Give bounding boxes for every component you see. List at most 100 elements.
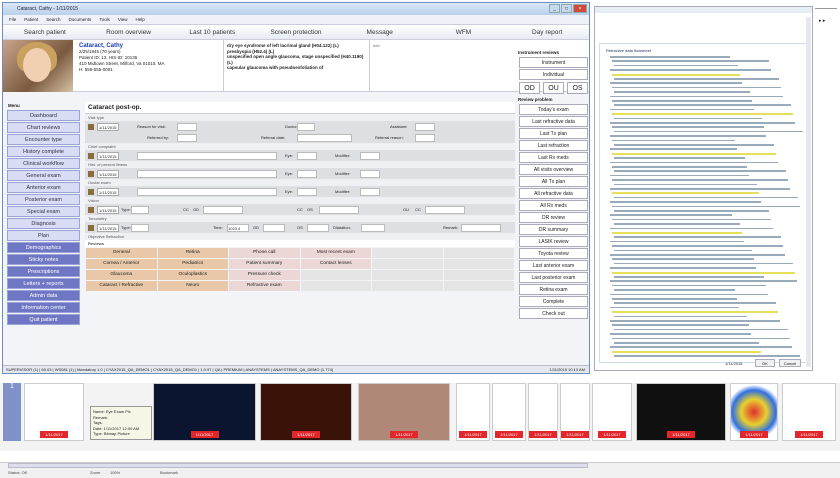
menu-patient[interactable]: Patient (24, 17, 38, 22)
review-toyota[interactable]: Toyota review (519, 248, 588, 259)
chevron-icon[interactable]: ▸ ▸ (819, 18, 837, 24)
instrument-button[interactable]: Instrument (519, 57, 588, 68)
nav-message[interactable]: Message (338, 29, 422, 36)
menu-information-center[interactable]: Information center (7, 302, 80, 313)
thumbnail-chart[interactable]: 1/11/2017 (528, 383, 558, 441)
review-pressure-check[interactable]: Pressure check (229, 270, 300, 280)
menu-plan[interactable]: Plan (7, 230, 80, 241)
thumbnail-fundus[interactable]: 1/11/2017 (260, 383, 352, 441)
ok-button[interactable]: OK (755, 359, 775, 367)
date-field[interactable]: 1/11/2015 (97, 122, 119, 131)
menu-documents[interactable]: Documents (69, 17, 92, 22)
review-all-visits[interactable]: All visits overview (519, 164, 588, 175)
edit-icon[interactable] (88, 170, 94, 177)
review-retina-exam[interactable]: Retina exam (519, 284, 588, 295)
vision-od-input[interactable] (203, 205, 243, 214)
review-glaucoma[interactable]: Glaucoma (86, 270, 157, 280)
review-dr-review[interactable]: DR review (519, 212, 588, 223)
review-refractive-exam[interactable]: Refractive exam (229, 281, 300, 291)
menu-anterior-exam[interactable]: Anterior exam (7, 182, 80, 193)
strip-scrollbar[interactable] (8, 463, 588, 468)
review-complete[interactable]: Complete (519, 296, 588, 307)
referral-date-input[interactable] (297, 133, 352, 142)
assistant-input[interactable] (415, 122, 435, 131)
ou-button[interactable]: OU (543, 82, 564, 94)
review-last-refraction[interactable]: Last refraction (519, 140, 588, 151)
referral-reason-input[interactable] (415, 133, 435, 142)
ocular-exam-input[interactable] (137, 187, 277, 196)
review-oculoplastics[interactable]: Oculoplastics (157, 270, 228, 280)
thumbnail-mri[interactable]: 1/11/2017 (153, 383, 256, 441)
menu-dashboard[interactable]: Dashboard (7, 110, 80, 121)
maximize-button[interactable]: □ (561, 4, 572, 13)
thumbnail-doc[interactable]: 1/11/2017 (782, 383, 836, 441)
review-dr-summary[interactable]: DR summary (519, 224, 588, 235)
complaint-input[interactable] (137, 151, 277, 160)
referred-by-input[interactable] (177, 133, 197, 142)
menu-history-complete[interactable]: History complete (7, 146, 80, 157)
menu-clinical-workflow[interactable]: Clinical workflow (7, 158, 80, 169)
review-all-rx-meds[interactable]: All Rx meds (519, 200, 588, 211)
date-field[interactable]: 1/11/2015 (97, 169, 119, 178)
bookmark-label[interactable]: Bookmark (160, 470, 178, 475)
nav-room-overview[interactable]: Room overview (87, 29, 171, 36)
vision-ou-input[interactable] (425, 205, 465, 214)
date-field[interactable]: 1/11/2015 (97, 223, 119, 232)
modifier-input[interactable] (360, 187, 380, 196)
date-field[interactable]: 1/11/2015 (97, 187, 119, 196)
menu-special-exam[interactable]: Special exam (7, 206, 80, 217)
minimize-button[interactable]: _ (549, 4, 560, 13)
cancel-button[interactable]: Cancel (779, 359, 801, 367)
close-button[interactable]: × (573, 4, 587, 13)
date-field[interactable]: 1/11/2015 (97, 205, 119, 214)
review-most-recent-exam[interactable]: Most recent exam (300, 248, 371, 258)
menu-posterior-exam[interactable]: Posterior exam (7, 194, 80, 205)
thumbnail-oct[interactable]: 1/11/2017 (636, 383, 726, 441)
menu-prescriptions[interactable]: Prescriptions (7, 266, 80, 277)
tonometry-od-input[interactable] (263, 223, 285, 232)
menu-quit-patient[interactable]: Quit patient (7, 314, 80, 325)
time-input[interactable]: 1023.4 (227, 223, 249, 232)
review-phone-call[interactable]: Phone call (229, 248, 300, 258)
thumbnail-report[interactable]: 1/11/2017 (592, 383, 632, 441)
reason-input[interactable] (177, 122, 197, 131)
date-field[interactable]: 1/11/2015 (97, 151, 119, 160)
edit-icon[interactable] (88, 188, 94, 195)
review-cataract-refractive[interactable]: Cataract / Refractive (86, 281, 157, 291)
flowsheet-document[interactable]: Refractive data flowsheet (599, 43, 807, 363)
review-last-tx-plan[interactable]: Last Tx plan (519, 128, 588, 139)
doctor-input[interactable] (297, 122, 315, 131)
nav-last-10-patients[interactable]: Last 10 patients (170, 29, 254, 36)
strip-side-tab[interactable]: 1 (3, 383, 21, 441)
nav-search-patient[interactable]: Search patient (3, 29, 87, 36)
menu-file[interactable]: File (9, 17, 16, 22)
os-button[interactable]: OS (567, 82, 588, 94)
eye-input[interactable] (297, 151, 317, 160)
review-check-out[interactable]: Check out (519, 308, 588, 319)
nav-day-report[interactable]: Day report (505, 29, 589, 36)
menu-help[interactable]: Help (136, 17, 145, 22)
menu-search[interactable]: Search (46, 17, 60, 22)
edit-icon[interactable] (88, 123, 94, 130)
menu-encounter-type[interactable]: Encounter type (7, 134, 80, 145)
menu-demographics[interactable]: Demographics (7, 242, 80, 253)
review-lasik[interactable]: LASIK review (519, 236, 588, 247)
zoom-value[interactable]: 100% (110, 470, 120, 475)
eye-input[interactable] (297, 169, 317, 178)
nav-screen-protection[interactable]: Screen protection (254, 29, 338, 36)
review-patient-summary[interactable]: Patient summary (229, 259, 300, 269)
type-input[interactable] (131, 223, 149, 232)
od-button[interactable]: OD (519, 82, 540, 94)
edit-icon[interactable] (88, 224, 94, 231)
individual-button[interactable]: Individual (519, 69, 588, 80)
review-pediatrics[interactable]: Pediatrics (157, 259, 228, 269)
modifier-input[interactable] (360, 151, 380, 160)
review-last-anterior[interactable]: Last anterior exam (519, 260, 588, 271)
edit-icon[interactable] (88, 206, 94, 213)
nav-wfm[interactable]: WFM (422, 29, 506, 36)
menu-tools[interactable]: Tools (99, 17, 110, 22)
eye-input[interactable] (297, 187, 317, 196)
thumbnail-topography[interactable]: 1/11/2017 (730, 383, 778, 441)
review-all-tx-plan[interactable]: All Tx plan (519, 176, 588, 187)
thumbnail-chart[interactable]: 1/11/2017 (456, 383, 490, 441)
